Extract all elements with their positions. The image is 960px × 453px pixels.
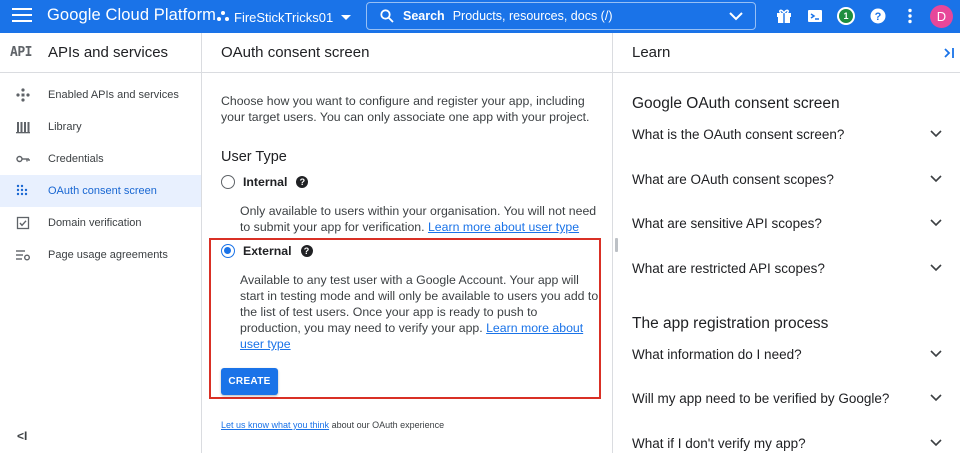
svg-text:?: ?	[875, 11, 882, 23]
sidebar-item-label: OAuth consent screen	[48, 185, 157, 197]
search-placeholder: Products, resources, docs (/)	[452, 9, 613, 23]
external-radio[interactable]	[221, 244, 235, 258]
sidebar-item-label: Page usage agreements	[48, 249, 168, 261]
sidebar-item-domain-verification[interactable]: Domain verification	[0, 207, 201, 239]
external-radio-option[interactable]: External ?	[221, 242, 313, 260]
section-heading: Google OAuth consent screen	[632, 95, 840, 112]
notifications-badge[interactable]: 1	[837, 7, 855, 25]
collapse-sidebar-icon[interactable]: <I	[17, 429, 27, 443]
intro-text: Choose how you want to configure and reg…	[221, 94, 590, 124]
chevron-down-icon	[930, 264, 942, 272]
settings-list-icon	[16, 250, 30, 261]
checkbox-icon	[16, 216, 30, 230]
chevron-down-icon	[930, 175, 942, 183]
sidebar-item-page-usage[interactable]: Page usage agreements	[0, 239, 201, 271]
chevron-down-icon	[930, 394, 942, 402]
key-icon	[16, 155, 30, 163]
sidebar-item-oauth-consent[interactable]: OAuth consent screen	[0, 175, 201, 207]
close-panel-icon[interactable]	[942, 46, 956, 60]
faq-item[interactable]: What are OAuth consent scopes?	[632, 168, 942, 190]
menu-icon[interactable]	[12, 8, 32, 24]
faq-item[interactable]: What are sensitive API scopes?	[632, 212, 942, 234]
external-description: Available to any test user with a Google…	[240, 273, 599, 351]
feedback-link[interactable]: Let us know what you think	[221, 420, 329, 430]
project-name: FireStickTricks01	[234, 9, 334, 25]
project-selector[interactable]: FireStickTricks01	[217, 7, 352, 27]
learn-panel: Learn Google OAuth consent screen What i…	[613, 33, 960, 453]
api-logo: API	[10, 45, 32, 60]
internal-radio[interactable]	[221, 175, 235, 189]
chevron-down-icon	[930, 350, 942, 358]
page-title: OAuth consent screen	[202, 33, 612, 73]
chevron-down-icon	[930, 219, 942, 227]
sidebar-item-library[interactable]: Library	[0, 111, 201, 143]
external-label: External	[243, 244, 292, 258]
internal-radio-option[interactable]: Internal ?	[221, 173, 309, 191]
help-icon[interactable]: ?	[296, 176, 309, 188]
more-vert-icon[interactable]	[901, 7, 919, 25]
help-icon[interactable]: ?	[300, 245, 313, 257]
learn-title: Learn	[613, 33, 960, 73]
chevron-down-icon	[930, 130, 942, 138]
sidebar-header: API APIs and services	[0, 33, 201, 73]
section-heading: The app registration process	[632, 315, 829, 332]
brand-title[interactable]: Google Cloud Platform	[47, 6, 216, 25]
help-icon[interactable]: ?	[869, 7, 887, 25]
sidebar-item-enabled-apis[interactable]: Enabled APIs and services	[0, 79, 201, 111]
internal-description: Only available to users within your orga…	[240, 204, 597, 234]
cloud-shell-icon[interactable]	[806, 7, 824, 25]
faq-item[interactable]: What are restricted API scopes?	[632, 257, 942, 279]
learn-more-link[interactable]: Learn more about user type	[428, 220, 579, 234]
dropdown-caret-icon	[341, 14, 352, 20]
consent-icon	[16, 184, 28, 196]
faq-item[interactable]: What information do I need?	[632, 343, 942, 365]
project-dots-icon	[217, 11, 229, 23]
sidebar-item-credentials[interactable]: Credentials	[0, 143, 201, 175]
internal-label: Internal	[243, 175, 288, 189]
sidebar-item-label: Domain verification	[48, 217, 142, 229]
main-content: OAuth consent screen Choose how you want…	[202, 33, 612, 453]
notification-count: 1	[839, 9, 853, 23]
sidebar-item-label: Credentials	[48, 153, 104, 165]
faq-item[interactable]: Will my app need to be verified by Googl…	[632, 387, 942, 409]
create-button[interactable]: CREATE	[221, 368, 278, 395]
search-label: Search	[403, 9, 445, 23]
sidebar: API APIs and services Enabled APIs and s…	[0, 33, 202, 453]
sidebar-item-label: Enabled APIs and services	[48, 89, 179, 101]
library-icon	[16, 122, 30, 134]
faq-item[interactable]: What if I don't verify my app?	[632, 432, 942, 453]
sidebar-item-label: Library	[48, 121, 82, 133]
top-app-bar: Google Cloud Platform FireStickTricks01 …	[0, 0, 960, 33]
feedback-text: Let us know what you think about our OAu…	[221, 420, 445, 430]
avatar[interactable]: D	[930, 5, 953, 28]
chevron-down-icon[interactable]	[729, 11, 743, 21]
sidebar-title: APIs and services	[48, 44, 169, 61]
diamond-nodes-icon	[16, 88, 30, 102]
user-type-heading: User Type	[221, 149, 287, 165]
faq-item[interactable]: What is the OAuth consent screen?	[632, 123, 942, 145]
gift-icon[interactable]	[775, 7, 793, 25]
search-input[interactable]: Search Products, resources, docs (/)	[366, 2, 756, 30]
chevron-down-icon	[930, 439, 942, 447]
search-icon	[380, 9, 394, 23]
